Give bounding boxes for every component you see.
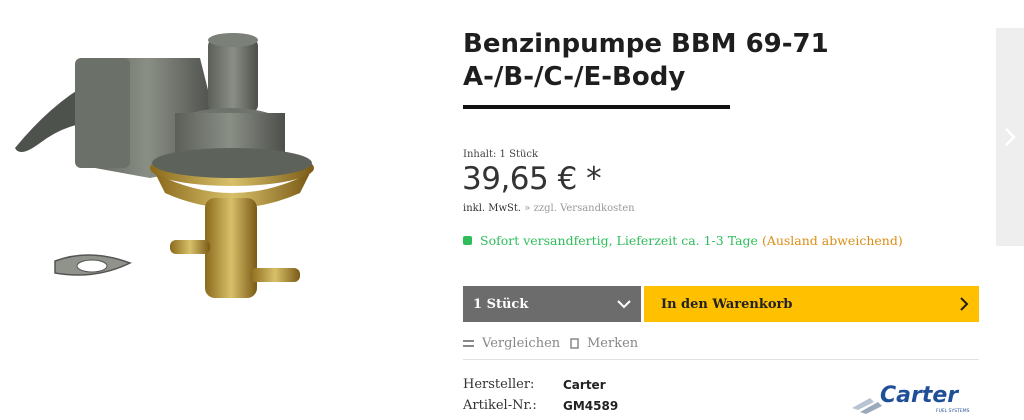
brand-logo[interactable]: Carter FUEL SYSTEMS — [852, 380, 972, 416]
add-to-cart-button[interactable]: In den Warenkorb — [644, 286, 979, 322]
wishlist-button[interactable]: Merken — [570, 336, 638, 351]
delivery-note: (Ausland abweichend) — [761, 233, 903, 248]
tax-label: inkl. MwSt. — [463, 203, 522, 214]
quantity-value: 1 Stück — [473, 296, 529, 312]
wishlist-label: Merken — [587, 336, 639, 351]
chevron-right-icon — [1005, 128, 1016, 146]
spec-label-article-number: Artikel-Nr.: — [463, 398, 537, 413]
product-title: Benzinpumpe BBM 69-71 A-/B-/C-/E-Body — [463, 29, 829, 92]
divider — [463, 359, 979, 360]
compare-label: Vergleichen — [482, 336, 561, 351]
shipping-costs-link[interactable]: » zzgl. Versandkosten — [524, 203, 634, 214]
product-price: 39,65 € * — [462, 161, 602, 197]
chevron-down-icon — [617, 299, 631, 308]
brand-logo-tagline: FUEL SYSTEMS — [936, 408, 970, 414]
spec-label-manufacturer: Hersteller: — [463, 377, 535, 392]
title-underline — [463, 105, 730, 109]
spec-value-manufacturer: Carter — [563, 378, 606, 392]
add-to-cart-label: In den Warenkorb — [661, 296, 793, 312]
chevron-right-icon — [960, 297, 969, 311]
wishlist-icon — [570, 338, 579, 349]
spec-value-article-number: GM4589 — [563, 399, 619, 413]
delivery-status: Sofort versandfertig, Lieferzeit ca. 1-3… — [480, 233, 758, 248]
compare-button[interactable]: Vergleichen — [463, 336, 560, 351]
brand-logo-name: Carter — [880, 383, 959, 408]
product-image[interactable] — [0, 18, 420, 318]
tax-note: inkl. MwSt. » zzgl. Versandkosten — [463, 203, 635, 214]
image-next-button[interactable] — [996, 28, 1024, 246]
status-dot-icon — [463, 236, 472, 245]
delivery-info: Sofort versandfertig, Lieferzeit ca. 1-3… — [463, 233, 903, 248]
quantity-select[interactable]: 1 Stück — [463, 286, 641, 322]
compare-icon — [463, 339, 474, 347]
content-label: Inhalt: 1 Stück — [463, 149, 539, 160]
